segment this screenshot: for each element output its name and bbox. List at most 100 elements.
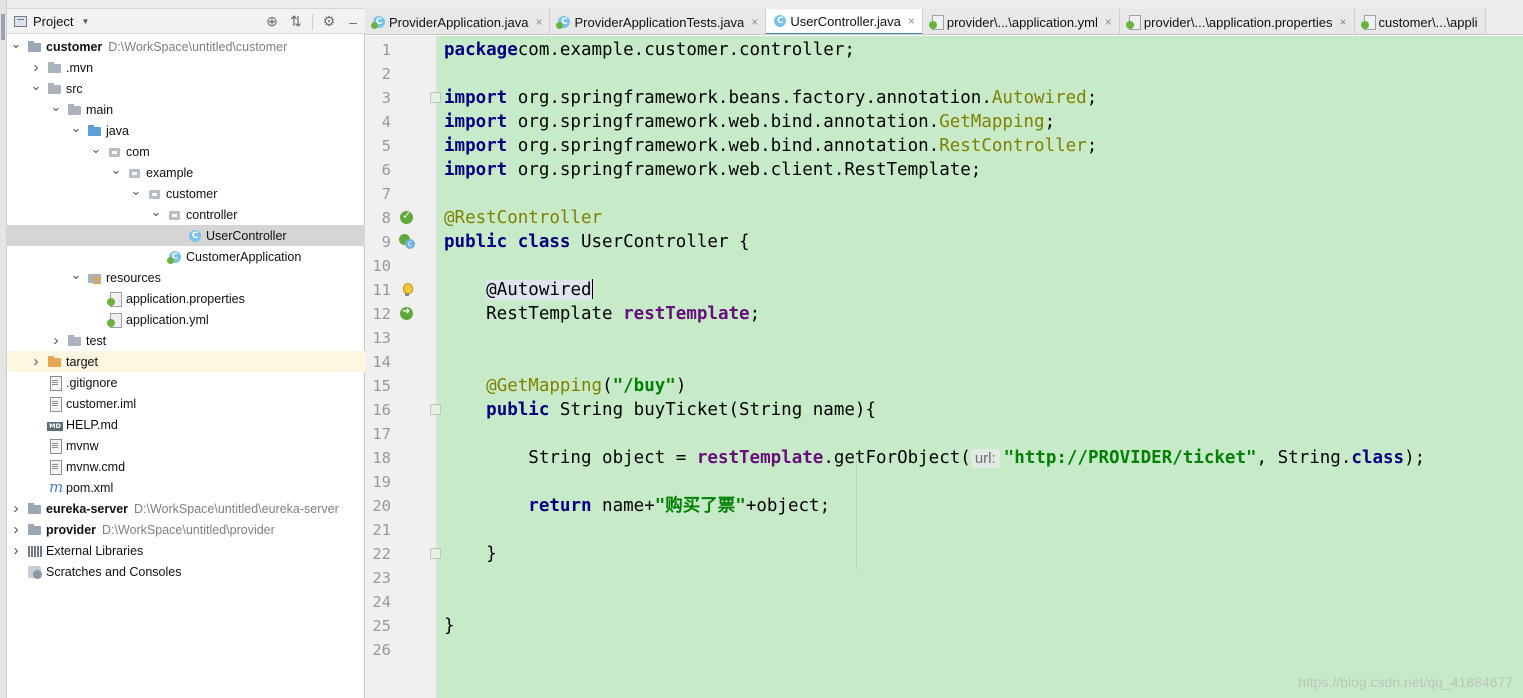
tree-item[interactable]: application.yml xyxy=(7,309,365,330)
collapse-arrow-icon[interactable]: › xyxy=(29,353,43,370)
collapse-arrow-icon[interactable]: › xyxy=(9,500,23,517)
tree-item[interactable]: CustomerApplication xyxy=(7,246,365,267)
code-line[interactable]: 15 @GetMapping("/buy") xyxy=(365,374,1523,398)
tree-item[interactable]: ⌄ src xyxy=(7,78,365,99)
editor-tab[interactable]: ProviderApplication.java × xyxy=(365,9,551,34)
code-line[interactable]: 16 public String buyTicket(String name){ xyxy=(365,398,1523,422)
close-icon[interactable]: × xyxy=(1340,15,1347,29)
libraries-icon xyxy=(27,543,43,559)
code-line[interactable]: 10 xyxy=(365,254,1523,278)
code-line[interactable]: 5 import org.springframework.web.bind.ann… xyxy=(365,134,1523,158)
tree-item[interactable]: HELP.md xyxy=(7,414,365,435)
tree-item[interactable]: pom.xml xyxy=(7,477,365,498)
close-icon[interactable]: × xyxy=(751,15,758,29)
spring-bean-icon[interactable] xyxy=(399,209,415,226)
code-line[interactable]: 8 @RestController xyxy=(365,206,1523,230)
code-line[interactable]: 13 xyxy=(365,326,1523,350)
code-line[interactable]: 6 import org.springframework.web.client.R… xyxy=(365,158,1523,182)
tree-item[interactable]: ⌄ customer D:\WorkSpace\untitled\customer xyxy=(7,36,365,57)
code-line[interactable]: 22 } xyxy=(365,542,1523,566)
file-icon xyxy=(47,375,63,391)
tree-item[interactable]: › .mvn xyxy=(7,57,365,78)
tree-item[interactable]: ⌄ example xyxy=(7,162,365,183)
code-line[interactable]: 25} xyxy=(365,614,1523,638)
expand-arrow-icon[interactable]: ⌄ xyxy=(109,162,123,178)
tree-item[interactable]: ⌄ customer xyxy=(7,183,365,204)
tree-item[interactable]: ⌄ main xyxy=(7,99,365,120)
fold-marker-icon[interactable] xyxy=(430,92,441,103)
expand-arrow-icon[interactable]: ⌄ xyxy=(49,99,63,115)
locate-icon[interactable]: ⊕ xyxy=(260,12,284,32)
expand-arrow-icon[interactable]: ⌄ xyxy=(69,267,83,283)
tree-item[interactable]: › External Libraries xyxy=(7,540,365,561)
expand-arrow-icon[interactable]: ⌄ xyxy=(29,78,43,94)
code-line[interactable]: 12 RestTemplate restTemplate; xyxy=(365,302,1523,326)
code-line[interactable]: 26 xyxy=(365,638,1523,662)
editor-tab[interactable]: customer\...\appli xyxy=(1354,9,1486,34)
tree-item[interactable]: › target xyxy=(7,351,365,372)
tree-item[interactable]: customer.iml xyxy=(7,393,365,414)
tree-item[interactable]: ⌄ java xyxy=(7,120,365,141)
code-line[interactable]: 11 @Autowired xyxy=(365,278,1523,302)
fold-marker-icon[interactable] xyxy=(430,548,441,559)
code-line[interactable]: 4 import org.springframework.web.bind.ann… xyxy=(365,110,1523,134)
code-line[interactable]: 21 xyxy=(365,518,1523,542)
package-icon xyxy=(127,165,143,181)
code-line[interactable]: 20 return name+"购买了票"+object; xyxy=(365,494,1523,518)
editor-tab[interactable]: UserController.java × xyxy=(766,9,923,34)
fold-marker-icon[interactable] xyxy=(430,404,441,415)
expand-arrow-icon[interactable]: ⌄ xyxy=(69,120,83,136)
tree-item-label: java xyxy=(106,123,129,138)
expand-arrow-icon[interactable]: ⌄ xyxy=(9,36,23,52)
collapse-arrow-icon[interactable]: › xyxy=(49,332,63,349)
hide-panel-icon[interactable]: – xyxy=(341,12,365,32)
lightbulb-icon[interactable] xyxy=(399,282,415,298)
tree-item[interactable]: .gitignore xyxy=(7,372,365,393)
tree-item[interactable]: › test xyxy=(7,330,365,351)
code-line[interactable]: 18 String object = restTemplate.getForOb… xyxy=(365,446,1523,470)
collapse-arrow-icon[interactable]: › xyxy=(9,521,23,538)
code-editor[interactable]: 1 packagecom.example.customer.controller;… xyxy=(365,36,1523,698)
code-line[interactable]: 23 xyxy=(365,566,1523,590)
code-line[interactable]: 14 xyxy=(365,350,1523,374)
editor-tab[interactable]: provider\...\application.properties × xyxy=(1119,9,1355,34)
editor-tab[interactable]: provider\...\application.yml × xyxy=(922,9,1120,34)
panel-toolbar: ⊕ ⇅ ⚙ – xyxy=(260,9,365,34)
code-line[interactable]: 17 xyxy=(365,422,1523,446)
tree-item[interactable]: application.properties xyxy=(7,288,365,309)
tree-item[interactable]: mvnw xyxy=(7,435,365,456)
package-icon xyxy=(167,207,183,223)
tree-item[interactable]: mvnw.cmd xyxy=(7,456,365,477)
close-icon[interactable]: × xyxy=(1105,15,1112,29)
tree-item-path: D:\WorkSpace\untitled\customer xyxy=(108,39,288,54)
spring-class-icon[interactable] xyxy=(399,234,415,250)
collapse-arrow-icon[interactable]: › xyxy=(29,59,43,76)
code-line[interactable]: 3 import org.springframework.beans.factor… xyxy=(365,86,1523,110)
tree-item[interactable]: UserController xyxy=(7,225,365,246)
tree-item[interactable]: Scratches and Consoles xyxy=(7,561,365,582)
close-icon[interactable]: × xyxy=(535,15,542,29)
code-line[interactable]: 19 xyxy=(365,470,1523,494)
project-tool-window-button[interactable] xyxy=(1,14,5,40)
expand-arrow-icon[interactable]: ⌄ xyxy=(149,204,163,220)
gear-icon[interactable]: ⚙ xyxy=(317,12,341,32)
collapse-arrow-icon[interactable]: › xyxy=(9,542,23,559)
code-line[interactable]: 24 xyxy=(365,590,1523,614)
close-icon[interactable]: × xyxy=(908,14,915,28)
editor-tab[interactable]: ProviderApplicationTests.java × xyxy=(550,9,767,34)
tree-item[interactable]: › provider D:\WorkSpace\untitled\provider xyxy=(7,519,365,540)
code-line[interactable]: 9 public class UserController { xyxy=(365,230,1523,254)
code-line[interactable]: 2 xyxy=(365,62,1523,86)
tree-item[interactable]: ⌄ resources xyxy=(7,267,365,288)
tree-item[interactable]: › eureka-server D:\WorkSpace\untitled\eure… xyxy=(7,498,365,519)
code-line[interactable]: 1 packagecom.example.customer.controller; xyxy=(365,38,1523,62)
tree-item[interactable]: ⌄ com xyxy=(7,141,365,162)
collapse-all-icon[interactable]: ⇅ xyxy=(284,12,308,32)
expand-arrow-icon[interactable]: ⌄ xyxy=(89,141,103,157)
tree-item[interactable]: ⌄ controller xyxy=(7,204,365,225)
code-line[interactable]: 7 xyxy=(365,182,1523,206)
autowired-icon[interactable] xyxy=(399,306,415,322)
project-view-selector[interactable]: Project ▼ xyxy=(7,9,89,33)
expand-arrow-icon[interactable]: ⌄ xyxy=(129,183,143,199)
